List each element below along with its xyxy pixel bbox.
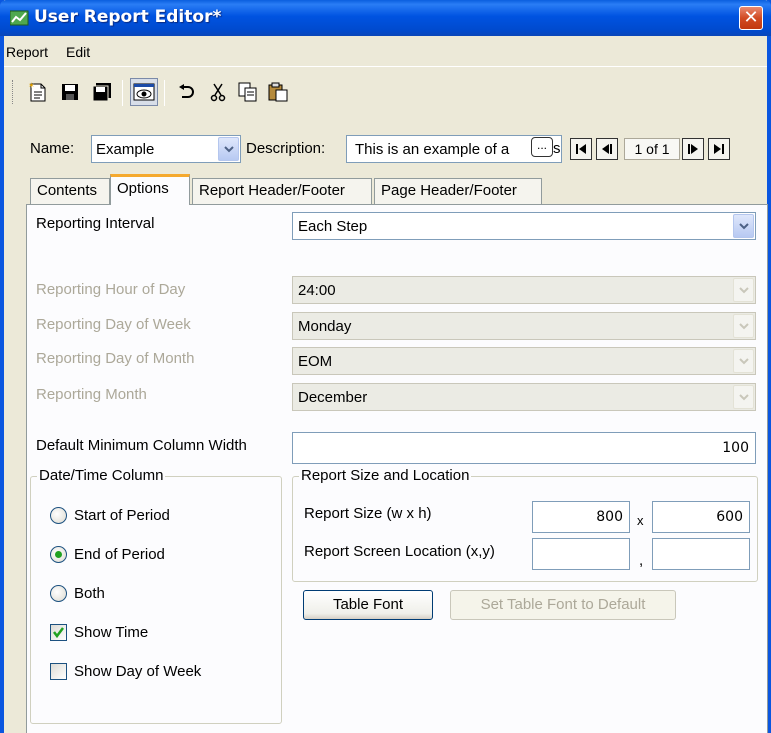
tab-report-header-footer[interactable]: Report Header/Footer: [192, 178, 372, 204]
name-combobox[interactable]: Example: [91, 135, 241, 163]
month-select[interactable]: December: [292, 383, 756, 411]
toolbar-separator: [122, 80, 123, 106]
show-time-checkbox[interactable]: [50, 624, 67, 641]
svg-text:✶: ✶: [28, 81, 35, 90]
menu-report[interactable]: Report: [6, 44, 48, 60]
reporting-interval-value: Each Step: [298, 218, 368, 235]
toolbar-grip[interactable]: [12, 80, 15, 104]
report-location-x-input[interactable]: [532, 538, 630, 570]
show-day-of-week-label[interactable]: Show Day of Week: [74, 663, 201, 680]
chevron-down-icon[interactable]: [733, 214, 754, 238]
close-icon[interactable]: ✕: [739, 6, 763, 30]
report-height-input[interactable]: 600: [652, 501, 750, 533]
copy-icon[interactable]: [234, 78, 262, 106]
toolbar: ✶: [4, 68, 767, 118]
chevron-down-icon: [733, 314, 754, 338]
day-of-week-value: Monday: [298, 318, 352, 335]
description-field[interactable]: This is an example of a: [346, 135, 562, 163]
hour-of-day-label: Reporting Hour of Day: [36, 281, 186, 298]
size-separator: x: [637, 513, 644, 528]
hour-of-day-value: 24:00: [298, 282, 336, 299]
tab-contents[interactable]: Contents: [30, 178, 110, 204]
name-value: Example: [96, 141, 155, 158]
table-font-button[interactable]: Table Font: [303, 590, 433, 620]
new-report-icon[interactable]: ✶: [24, 78, 52, 106]
start-of-period-radio[interactable]: [50, 507, 67, 524]
report-location-label: Report Screen Location (x,y): [304, 543, 495, 560]
name-label: Name:: [30, 140, 75, 157]
reporting-interval-select[interactable]: Each Step: [292, 212, 756, 240]
reporting-interval-label: Reporting Interval: [36, 215, 155, 232]
report-size-label: Report Size (w x h): [304, 505, 432, 522]
tab-page-header-footer[interactable]: Page Header/Footer: [374, 178, 542, 204]
save-as-icon[interactable]: [88, 78, 116, 106]
toolbar-separator: [164, 80, 165, 106]
title-bar[interactable]: User Report Editor* ✕: [0, 0, 771, 36]
report-size-group-title: Report Size and Location: [299, 467, 472, 484]
save-icon[interactable]: [56, 78, 84, 106]
datetime-group-title: Date/Time Column: [37, 467, 166, 484]
day-of-week-label: Reporting Day of Week: [36, 316, 191, 333]
show-day-of-week-checkbox[interactable]: [50, 663, 67, 680]
checkmark-icon: [53, 627, 64, 639]
both-radio[interactable]: [50, 585, 67, 602]
description-label: Description:: [246, 140, 326, 157]
paste-icon[interactable]: [264, 78, 292, 106]
location-separator: ,: [639, 552, 644, 569]
month-value: December: [298, 389, 368, 406]
start-of-period-label[interactable]: Start of Period: [74, 507, 170, 524]
min-column-width-input[interactable]: 100: [292, 432, 756, 464]
day-of-month-label: Reporting Day of Month: [36, 350, 195, 367]
cut-icon[interactable]: [204, 78, 232, 106]
report-location-y-input[interactable]: [652, 538, 750, 570]
preview-icon[interactable]: [130, 78, 158, 106]
window-title: User Report Editor*: [34, 7, 222, 27]
chevron-down-icon: [733, 385, 754, 409]
menu-bar: Report Edit: [4, 36, 767, 67]
app-icon: [10, 10, 29, 26]
first-record-icon[interactable]: [570, 138, 592, 160]
chevron-down-icon[interactable]: [218, 137, 239, 161]
show-time-label[interactable]: Show Time: [74, 624, 148, 641]
menu-edit[interactable]: Edit: [66, 44, 90, 60]
report-editor-window: User Report Editor* ✕ Report Edit ✶ Name…: [0, 0, 771, 733]
description-more-button[interactable]: ...: [531, 137, 553, 157]
undo-icon[interactable]: [172, 78, 200, 106]
end-of-period-radio[interactable]: [50, 546, 67, 563]
month-label: Reporting Month: [36, 386, 147, 403]
page-indicator: 1 of 1: [624, 138, 680, 160]
previous-record-icon[interactable]: [596, 138, 618, 160]
day-of-week-select[interactable]: Monday: [292, 312, 756, 340]
end-of-period-label[interactable]: End of Period: [74, 546, 165, 563]
description-value: This is an example of a: [355, 141, 510, 158]
hour-of-day-select[interactable]: 24:00: [292, 276, 756, 304]
chevron-down-icon: [733, 349, 754, 373]
last-record-icon[interactable]: [708, 138, 730, 160]
min-column-width-label: Default Minimum Column Width: [36, 437, 247, 454]
both-label[interactable]: Both: [74, 585, 105, 602]
chevron-down-icon: [733, 278, 754, 302]
next-record-icon[interactable]: [682, 138, 704, 160]
report-width-input[interactable]: 800: [532, 501, 630, 533]
tab-options[interactable]: Options: [110, 174, 190, 205]
set-table-font-default-button[interactable]: Set Table Font to Default: [450, 590, 676, 620]
day-of-month-select[interactable]: EOM: [292, 347, 756, 375]
day-of-month-value: EOM: [298, 353, 333, 370]
description-tail: s: [553, 140, 561, 157]
